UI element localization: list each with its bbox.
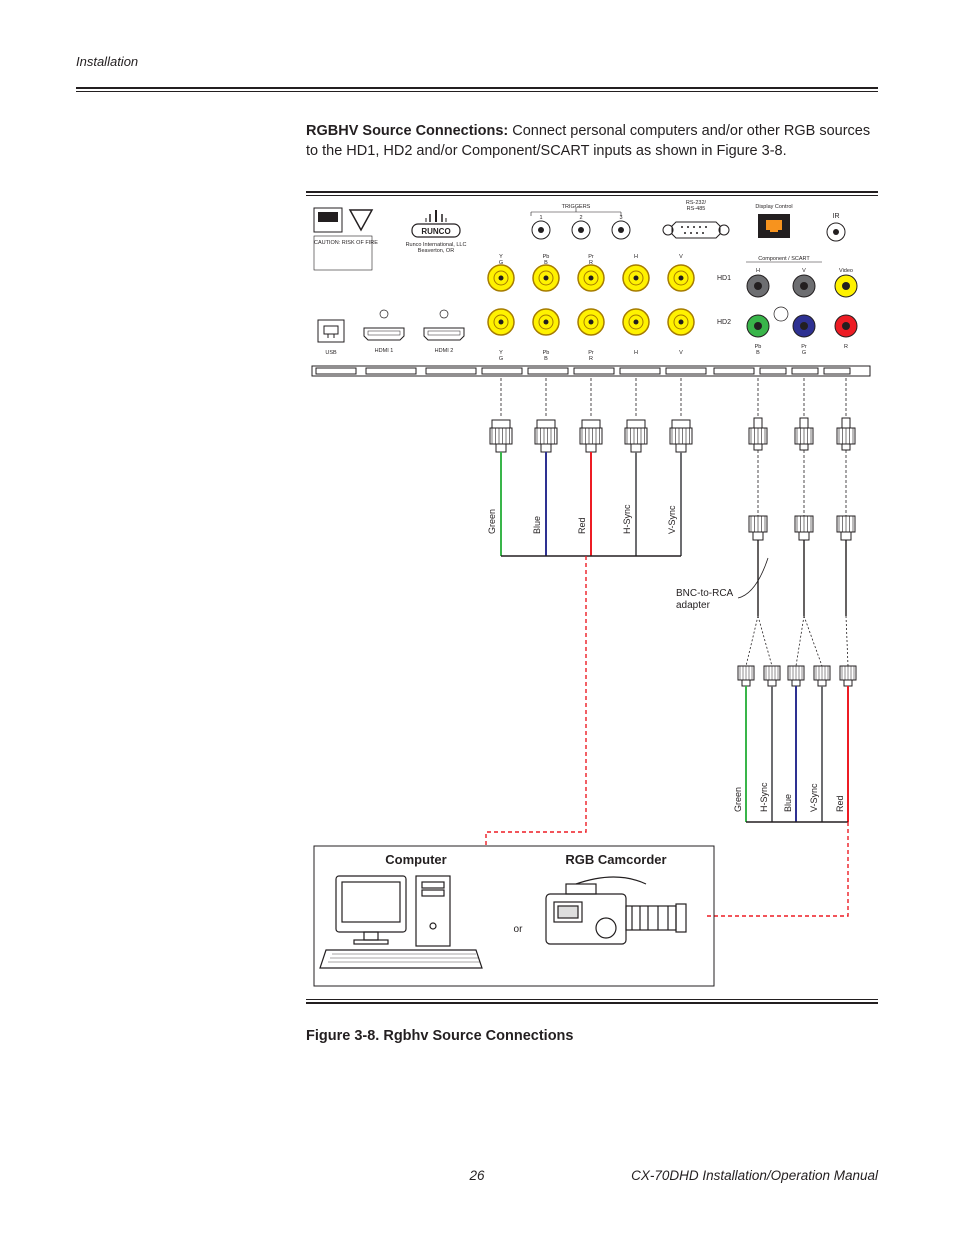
- svg-text:V: V: [802, 268, 806, 274]
- svg-text:R: R: [589, 356, 593, 362]
- computer-label: Computer: [385, 852, 446, 867]
- svg-text:B: B: [544, 356, 548, 362]
- svg-text:RS-485: RS-485: [687, 206, 706, 212]
- svg-text:H: H: [634, 254, 638, 260]
- lead-label: RGBHV Source Connections:: [306, 123, 508, 139]
- svg-text:V: V: [679, 350, 683, 356]
- svg-text:HDMI 1: HDMI 1: [375, 348, 394, 354]
- scart-rca: [747, 275, 815, 337]
- svg-text:Green: Green: [487, 509, 497, 534]
- computer-icon: [320, 876, 482, 968]
- figure-diagram: CAUTION: RISK OF FIRE RUNCO Runco Intern…: [306, 196, 876, 996]
- svg-text:V-Sync: V-Sync: [667, 505, 677, 534]
- runco-logo: RUNCO Runco International, LLC Beaverton…: [406, 210, 467, 254]
- rule: [76, 87, 878, 89]
- svg-text:USB: USB: [325, 350, 337, 356]
- rear-panel: CAUTION: RISK OF FIRE RUNCO Runco Intern…: [312, 200, 870, 376]
- hd1-row: HD1 YGPbBPrRHV: [488, 254, 731, 291]
- warning-text: CAUTION: RISK OF FIRE: [314, 240, 378, 246]
- svg-text:Beaverton, OR: Beaverton, OR: [418, 248, 454, 254]
- intro-paragraph: RGBHV Source Connections: Connect person…: [306, 122, 878, 161]
- svg-text:G: G: [499, 356, 503, 362]
- svg-text:H-Sync: H-Sync: [759, 782, 769, 812]
- svg-text:H-Sync: H-Sync: [622, 504, 632, 534]
- left-cable-bundle: [490, 378, 692, 556]
- svg-text:Blue: Blue: [783, 794, 793, 812]
- svg-text:G: G: [802, 350, 806, 356]
- camcorder-icon: [546, 877, 686, 944]
- page-number: 26: [469, 1168, 484, 1183]
- hd2-row: HD2 YGPbBPrRHV: [488, 309, 731, 362]
- page-footer: 26 CX-70DHD Installation/Operation Manua…: [76, 1168, 878, 1183]
- usb-port: USB: [318, 320, 344, 356]
- svg-text:H: H: [634, 350, 638, 356]
- doc-title: CX-70DHD Installation/Operation Manual: [631, 1168, 878, 1183]
- svg-text:3: 3: [619, 215, 622, 221]
- rule: [76, 91, 878, 92]
- svg-text:Video: Video: [839, 268, 853, 274]
- svg-text:B: B: [756, 350, 760, 356]
- svg-text:Green: Green: [733, 787, 743, 812]
- svg-text:Red: Red: [577, 518, 587, 535]
- svg-text:Red: Red: [835, 796, 845, 813]
- svg-text:B: B: [544, 260, 548, 266]
- rs232-port: [663, 222, 729, 238]
- svg-text:adapter: adapter: [676, 600, 711, 611]
- svg-text:Display Control: Display Control: [755, 204, 792, 210]
- svg-text:HDMI 2: HDMI 2: [435, 348, 454, 354]
- svg-text:2: 2: [579, 215, 582, 221]
- svg-text:V-Sync: V-Sync: [809, 783, 819, 812]
- svg-text:R: R: [844, 344, 848, 350]
- svg-text:HD2: HD2: [717, 319, 731, 326]
- svg-text:IR: IR: [833, 213, 840, 220]
- svg-text:RUNCO: RUNCO: [421, 227, 450, 236]
- figure-frame: CAUTION: RISK OF FIRE RUNCO Runco Intern…: [306, 191, 878, 1004]
- svg-text:G: G: [499, 260, 503, 266]
- svg-text:V: V: [679, 254, 683, 260]
- svg-text:H: H: [756, 268, 760, 274]
- svg-text:R: R: [589, 260, 593, 266]
- display-control-port: [758, 214, 790, 238]
- figure-caption: Figure 3-8. Rgbhv Source Connections: [306, 1028, 878, 1044]
- right-cable-bundle: [738, 378, 856, 822]
- svg-text:Component / SCART: Component / SCART: [758, 256, 810, 262]
- svg-text:Blue: Blue: [532, 516, 542, 534]
- trigger-jacks: 1 2 3: [532, 215, 630, 239]
- running-head: Installation: [76, 54, 878, 69]
- or-label: or: [514, 924, 524, 935]
- camcorder-label: RGB Camcorder: [565, 852, 666, 867]
- hdmi-ports: HDMI 1 HDMI 2: [364, 310, 464, 354]
- bnc-note: BNC-to-RCA: [676, 588, 734, 599]
- svg-text:HD1: HD1: [717, 275, 731, 282]
- svg-text:1: 1: [539, 215, 542, 221]
